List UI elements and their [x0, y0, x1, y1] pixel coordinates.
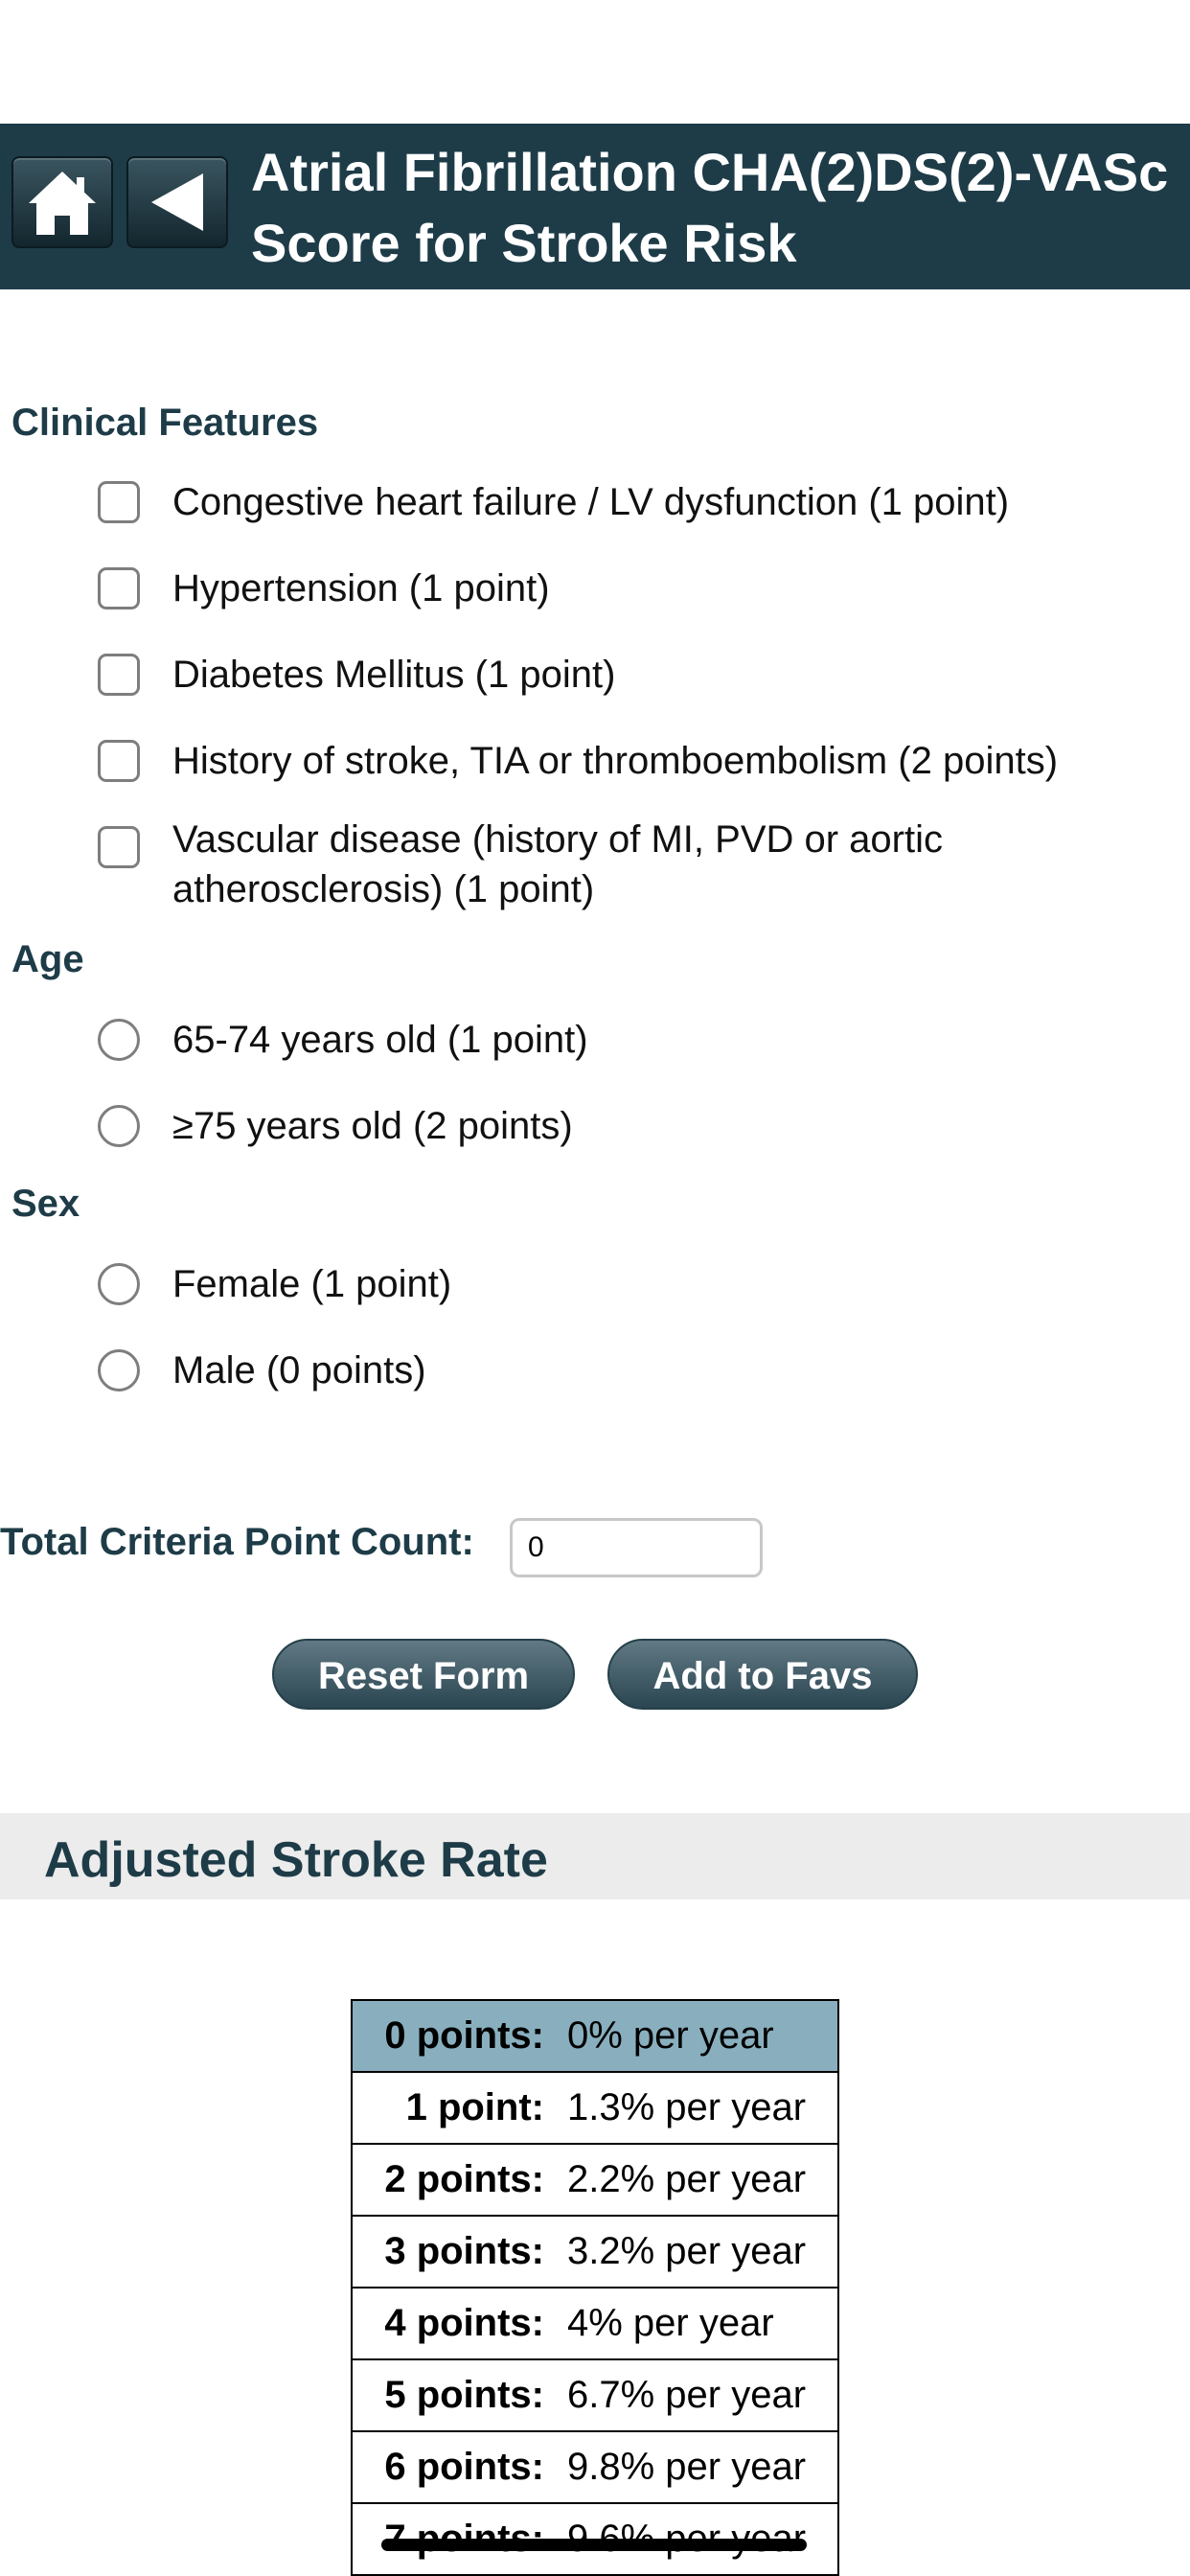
points-cell: 2 points: — [351, 2143, 563, 2217]
back-button[interactable] — [126, 156, 228, 248]
checkbox-diabetes[interactable] — [98, 654, 140, 696]
total-points-label: Total Criteria Point Count: — [0, 1521, 474, 1563]
rate-cell: 1.3% per year — [563, 2071, 839, 2145]
section-title: Adjusted Stroke Rate — [44, 1832, 548, 1888]
option-label: ≥75 years old (2 points) — [172, 1105, 573, 1147]
reset-form-button[interactable]: Reset Form — [272, 1639, 575, 1710]
checkbox-stroke-history[interactable] — [98, 740, 140, 782]
rate-cell: 0% per year — [563, 1999, 839, 2073]
radio-age-65-74[interactable] — [98, 1019, 140, 1061]
table-row: 1 point: 1.3% per year — [351, 2071, 839, 2145]
page-title: Atrial Fibrillation CHA(2)DS(2)-VASc Sco… — [251, 142, 1169, 273]
rate-cell: 6.7% per year — [563, 2358, 839, 2432]
points-cell: 0 points: — [351, 1999, 563, 2073]
home-button[interactable] — [11, 156, 113, 248]
app-header: Atrial Fibrillation CHA(2)DS(2)-VASc Sco… — [0, 124, 1190, 289]
radio-male[interactable] — [98, 1349, 140, 1392]
radio-age-75-plus[interactable] — [98, 1105, 140, 1147]
option-label: Female (1 point) — [172, 1263, 452, 1305]
rate-cell: 2.2% per year — [563, 2143, 839, 2217]
option-label: Congestive heart failure / LV dysfunctio… — [172, 481, 1010, 523]
stroke-rate-table: 0 points: 0% per year 1 point: 1.3% per … — [351, 1999, 839, 2576]
home-indicator[interactable] — [381, 2539, 807, 2551]
option-label: Male (0 points) — [172, 1349, 426, 1392]
home-icon — [29, 172, 96, 235]
points-cell: 3 points: — [351, 2215, 563, 2288]
table-row: 2 points: 2.2% per year — [351, 2143, 839, 2217]
rate-cell: 9.8% per year — [563, 2430, 839, 2504]
back-arrow-icon — [151, 173, 203, 231]
points-cell: 5 points: — [351, 2358, 563, 2432]
option-label: 65-74 years old (1 point) — [172, 1019, 588, 1061]
radio-female[interactable] — [98, 1263, 140, 1305]
add-to-favs-button[interactable]: Add to Favs — [607, 1639, 918, 1710]
table-row: 3 points: 3.2% per year — [351, 2215, 839, 2288]
table-row: 0 points: 0% per year — [351, 1999, 839, 2073]
points-cell: 1 point: — [351, 2071, 563, 2145]
adjusted-stroke-rate-header: Adjusted Stroke Rate — [0, 1813, 1190, 1899]
section-label-clinical-features: Clinical Features — [11, 402, 319, 444]
checkbox-vascular-disease[interactable] — [98, 826, 140, 868]
option-label: History of stroke, TIA or thromboembolis… — [172, 740, 1059, 782]
table-row: 6 points: 9.8% per year — [351, 2430, 839, 2504]
checkbox-chf[interactable] — [98, 481, 140, 523]
points-cell: 6 points: — [351, 2430, 563, 2504]
option-label: Vascular disease (history of MI, PVD or … — [172, 818, 943, 910]
table-row: 4 points: 4% per year — [351, 2287, 839, 2360]
table-row: 5 points: 6.7% per year — [351, 2358, 839, 2432]
section-label-age: Age — [11, 938, 84, 980]
section-label-sex: Sex — [11, 1183, 80, 1225]
option-label: Hypertension (1 point) — [172, 567, 550, 610]
total-points-input[interactable] — [510, 1518, 763, 1577]
rate-cell: 4% per year — [563, 2287, 839, 2360]
option-label: Diabetes Mellitus (1 point) — [172, 654, 616, 696]
points-cell: 4 points: — [351, 2287, 563, 2360]
checkbox-hypertension[interactable] — [98, 567, 140, 610]
rate-cell: 3.2% per year — [563, 2215, 839, 2288]
